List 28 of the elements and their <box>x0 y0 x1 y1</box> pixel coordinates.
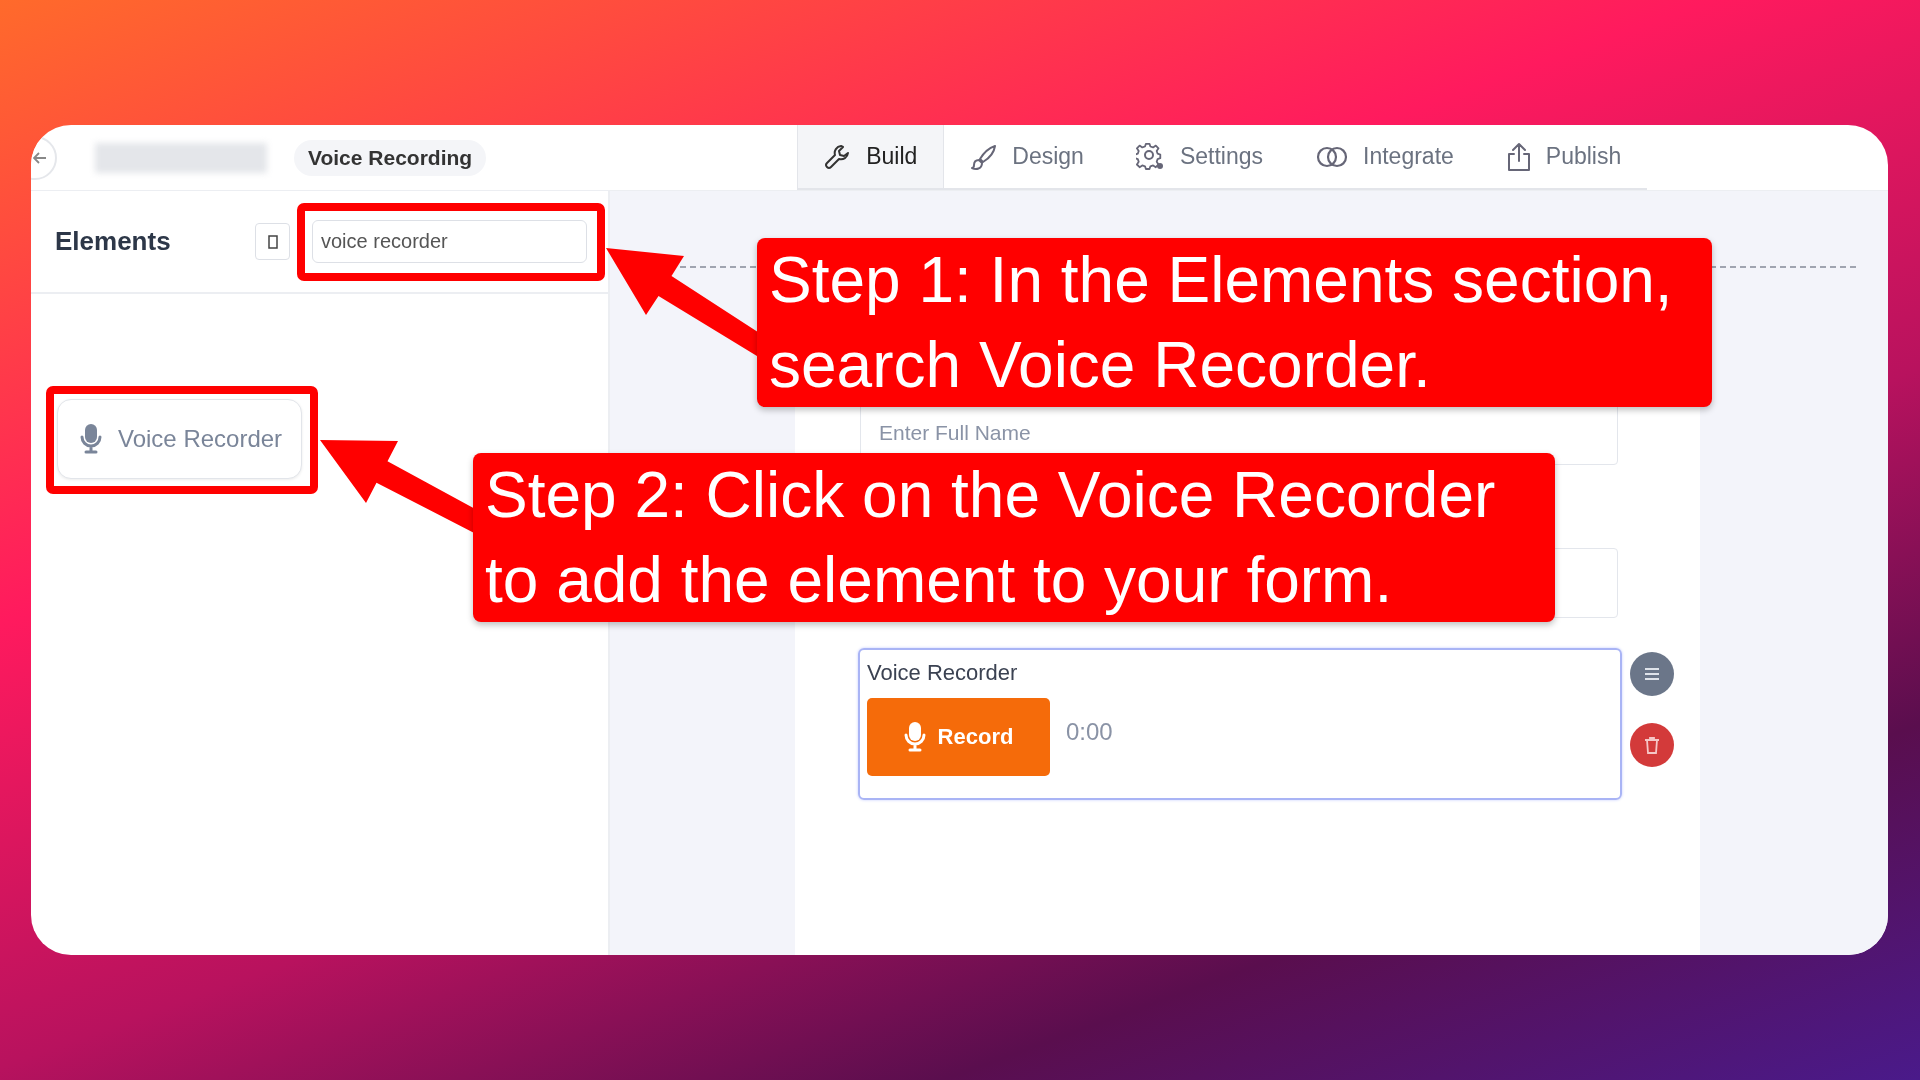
nav-tab[interactable]: Design <box>944 125 1110 188</box>
nav-tab[interactable]: Settings <box>1109 125 1290 188</box>
toggle-button[interactable] <box>255 223 290 260</box>
rectangle-icon <box>267 234 278 249</box>
gear-icon <box>1135 141 1166 172</box>
menu-icon <box>1643 667 1661 681</box>
search-field[interactable]: voice recorder <box>312 220 587 263</box>
form-title: Voice Recording <box>294 139 487 176</box>
voice-recorder-block[interactable]: Voice Recorder Record 0:00 <box>858 648 1622 800</box>
timer-text: 0:00 <box>1066 718 1113 746</box>
share-icon <box>1505 141 1532 172</box>
link-icon <box>1315 144 1350 169</box>
nav-tab[interactable]: Build <box>797 125 945 188</box>
element-item[interactable]: Voice Recorder <box>57 399 302 479</box>
menu-button[interactable] <box>1630 652 1674 696</box>
microphone-icon <box>903 721 926 753</box>
left-arrow-icon <box>33 151 47 164</box>
nav-tab[interactable]: Integrate <box>1289 125 1480 188</box>
brush-icon <box>970 142 999 171</box>
panel-heading: Elements <box>55 226 172 257</box>
record-button[interactable]: Record <box>867 698 1050 776</box>
microphone-icon <box>80 423 102 455</box>
trash-icon <box>1644 736 1660 754</box>
instruction-tooltip: Step 2: Click on the Voice Recorder to add the element to your form. <box>473 453 1555 622</box>
instruction-tooltip: Step 1: In the Elements section, search Voice Recorder. <box>757 238 1712 407</box>
field-label: Voice Recorder <box>867 660 1019 686</box>
delete-button[interactable] <box>1630 723 1674 767</box>
nav-tab[interactable]: Publish <box>1479 125 1648 188</box>
